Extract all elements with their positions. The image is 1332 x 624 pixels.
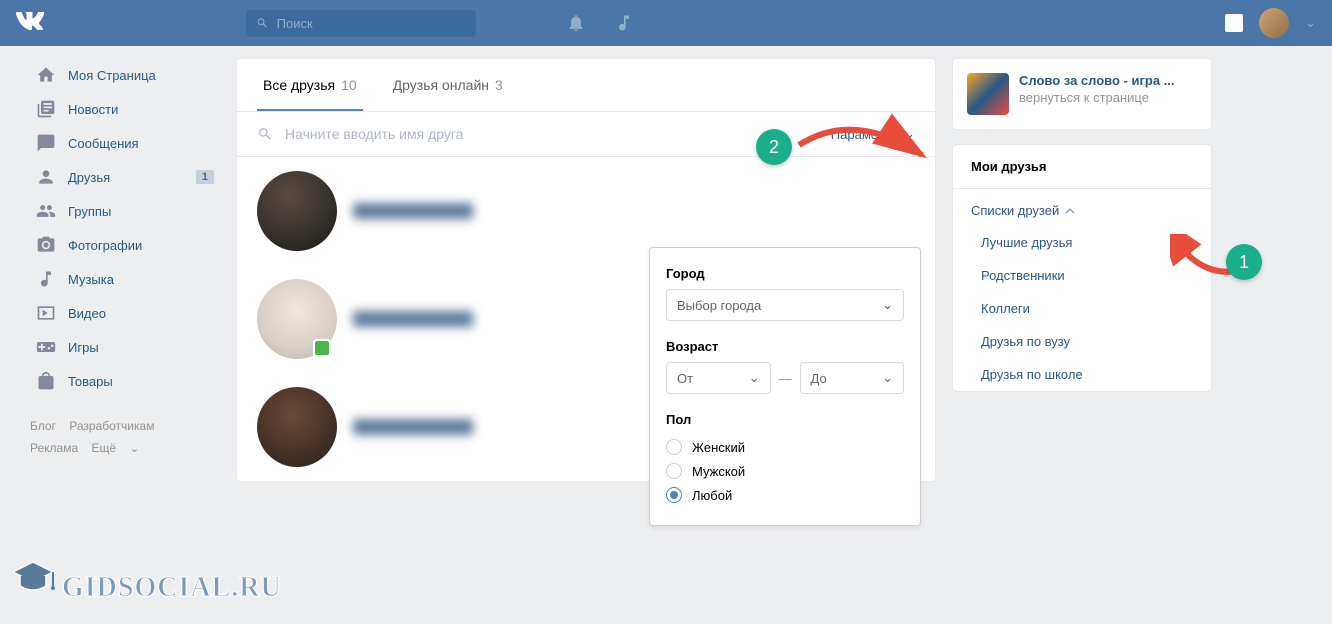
footer-blog[interactable]: Блог (30, 419, 56, 433)
friends-lists-toggle[interactable]: Списки друзей (953, 189, 1211, 226)
friend-name-blurred: friend (353, 311, 473, 327)
chevron-down-icon[interactable]: ⌄ (1305, 15, 1316, 31)
gender-label: Пол (666, 412, 904, 427)
age-to-select[interactable]: До⌄ (800, 362, 905, 394)
friend-search-input[interactable] (285, 126, 831, 142)
friend-avatar[interactable] (257, 171, 337, 251)
nav-label: Музыка (68, 272, 114, 287)
nav-video[interactable]: Видео (30, 296, 220, 330)
friend-name-blurred: friend (353, 419, 473, 435)
music-icon[interactable] (614, 13, 634, 33)
annotation-badge-2: 2 (756, 129, 792, 165)
footer-more[interactable]: Ещё ⌄ (91, 441, 139, 455)
friend-avatar[interactable] (257, 279, 337, 359)
chevron-down-icon: ⌄ (882, 370, 893, 386)
nav-games[interactable]: Игры (30, 330, 220, 364)
camera-icon (36, 235, 56, 255)
age-label: Возраст (666, 339, 904, 354)
nav-label: Друзья (68, 170, 110, 185)
params-dropdown: Город Выбор города ⌄ Возраст От⌄ — До⌄ П… (649, 247, 921, 526)
my-friends-header[interactable]: Мои друзья (953, 145, 1211, 188)
nav-label: Фотографии (68, 238, 142, 253)
search-icon (257, 126, 273, 142)
community-title: Слово за слово - игра ... (1019, 73, 1175, 88)
message-icon (36, 133, 56, 153)
nav-friends[interactable]: Друзья 1 (30, 160, 220, 194)
community-subtitle: вернуться к странице (1019, 90, 1175, 105)
nav-music[interactable]: Музыка (30, 262, 220, 296)
news-icon (36, 99, 56, 119)
tab-label: Друзья онлайн (393, 77, 489, 93)
age-dash: — (779, 371, 792, 386)
nav-messages[interactable]: Сообщения (30, 126, 220, 160)
nav-label: Моя Страница (68, 68, 156, 83)
nav-label: Новости (68, 102, 118, 117)
sidebar-footer: Блог Разработчикам Реклама Ещё ⌄ (30, 416, 220, 459)
bell-icon[interactable] (566, 13, 586, 33)
tab-label: Все друзья (263, 77, 335, 93)
city-label: Город (666, 266, 904, 281)
video-icon (36, 303, 56, 323)
tab-count: 10 (341, 77, 357, 93)
header-search-input[interactable] (277, 16, 466, 31)
bag-icon (36, 371, 56, 391)
tab-all-friends[interactable]: Все друзья 10 (257, 59, 363, 111)
nav-label: Видео (68, 306, 106, 321)
nav-my-page[interactable]: Моя Страница (30, 58, 220, 92)
gender-male-radio[interactable]: Мужской (666, 459, 904, 483)
nav-market[interactable]: Товары (30, 364, 220, 398)
vk-logo[interactable] (16, 9, 46, 37)
top-header: ⌄ (0, 0, 1332, 46)
age-from-select[interactable]: От⌄ (666, 362, 771, 394)
nav-label: Игры (68, 340, 99, 355)
left-sidebar: Моя Страница Новости Сообщения Друзья 1 Г… (30, 58, 220, 482)
tab-online-friends[interactable]: Друзья онлайн 3 (387, 59, 509, 111)
annotation-arrow-2 (794, 105, 934, 175)
nav-photos[interactable]: Фотографии (30, 228, 220, 262)
nav-label: Товары (68, 374, 113, 389)
home-icon (36, 65, 56, 85)
nav-label: Сообщения (68, 136, 139, 151)
city-select[interactable]: Выбор города ⌄ (666, 289, 904, 321)
person-icon (36, 167, 56, 187)
group-icon (36, 201, 56, 221)
list-university[interactable]: Друзья по вузу (953, 325, 1211, 358)
footer-ads[interactable]: Реклама (30, 441, 78, 455)
graduation-cap-icon (8, 554, 58, 604)
notification-square[interactable] (1225, 14, 1243, 32)
list-colleagues[interactable]: Коллеги (953, 292, 1211, 325)
header-icons (566, 13, 634, 33)
friends-badge: 1 (196, 170, 214, 184)
community-card[interactable]: Слово за слово - игра ... вернуться к ст… (952, 58, 1212, 130)
header-search[interactable] (246, 10, 476, 37)
user-avatar[interactable] (1259, 8, 1289, 38)
nav-news[interactable]: Новости (30, 92, 220, 126)
friend-name-blurred: friend (353, 203, 473, 219)
gender-any-radio[interactable]: Любой (666, 483, 904, 507)
friend-avatar[interactable] (257, 387, 337, 467)
chevron-down-icon: ⌄ (882, 297, 893, 313)
search-icon (256, 16, 269, 30)
community-avatar (967, 73, 1009, 115)
annotation-badge-1: 1 (1226, 244, 1262, 280)
chevron-up-icon (1065, 206, 1075, 216)
footer-developers[interactable]: Разработчикам (69, 419, 154, 433)
music-nav-icon (36, 269, 56, 289)
header-right: ⌄ (1225, 8, 1316, 38)
online-mobile-badge (313, 339, 331, 357)
nav-groups[interactable]: Группы (30, 194, 220, 228)
tab-count: 3 (495, 77, 503, 93)
gamepad-icon (36, 337, 56, 357)
list-school[interactable]: Друзья по школе (953, 358, 1211, 391)
watermark: GIDSOCIAL.RU (8, 554, 282, 604)
chevron-down-icon: ⌄ (749, 370, 760, 386)
nav-label: Группы (68, 204, 111, 219)
gender-female-radio[interactable]: Женский (666, 435, 904, 459)
